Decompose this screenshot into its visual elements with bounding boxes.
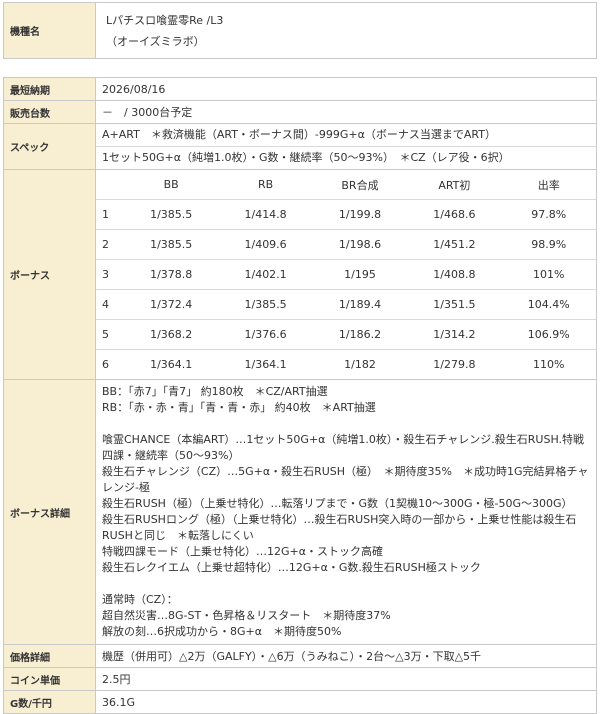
art-probability: 1/408.8 <box>407 259 502 290</box>
sales-row: 販売台数 － / 3000台予定 <box>3 100 597 124</box>
bonus-header-combined: BR合成 <box>312 170 408 200</box>
bb-probability: 1/378.8 <box>124 259 219 290</box>
art-probability: 1/468.6 <box>407 199 502 230</box>
detail-line: 殺生石RUSH（極）（上乗せ特化）…転落リプまで・G数（1契機10～300G・極… <box>102 497 573 510</box>
setting-number: 5 <box>96 319 124 350</box>
detail-line: 解放の刻…6択成功から・8G+α ＊期待度50% <box>102 625 342 638</box>
release-label: 最短納期 <box>3 77 96 101</box>
detail-line: 超自然災害…8G-ST・色昇格＆リスタート ＊期待度37% <box>102 609 391 622</box>
detail-spacer <box>102 416 590 432</box>
rb-probability: 1/409.6 <box>218 229 313 260</box>
combined-probability: 1/195 <box>312 259 408 290</box>
spec-label: スペック <box>3 123 96 170</box>
spec-value: A+ART ＊救済機能（ART・ボーナス間）-999G+α（ボーナス当選までAR… <box>95 123 597 170</box>
bonus-header-payout: 出率 <box>501 170 596 200</box>
detail-line: 殺生石レクイエム（上乗せ超特化）…12G+α・G数.殺生石RUSH極ストック <box>102 561 481 574</box>
manufacturer-name: （オーイズミラボ） <box>106 34 205 48</box>
bonus-table-row: 1 1/385.5 1/414.8 1/199.8 1/468.6 97.8% <box>96 199 596 230</box>
bonus-table-row: 5 1/368.2 1/376.6 1/186.2 1/314.2 106.9% <box>96 319 596 350</box>
detail-line: BB：「赤7」「青7」 約180枚 ＊CZ/ART抽選 <box>102 385 328 398</box>
combined-probability: 1/189.4 <box>312 289 408 320</box>
bonus-header-art: ART初 <box>407 170 502 200</box>
bonus-row: ボーナス BB RB BR合成 ART初 出率 1 1/385.5 1/414.… <box>3 169 597 380</box>
machine-name-cell: Lパチスロ喰霊零Re /L3 （オーイズミラボ） <box>95 2 597 59</box>
bb-probability: 1/385.5 <box>124 229 219 260</box>
rb-probability: 1/402.1 <box>218 259 313 290</box>
detail-line: 殺生石RUSHロング（極）（上乗せ特化）…殺生石RUSH突入時の一部から・上乗せ… <box>102 513 577 542</box>
games-label: G数/千円 <box>3 690 96 714</box>
coin-label: コイン単価 <box>3 667 96 691</box>
spec-line-1: A+ART ＊救済機能（ART・ボーナス間）-999G+α（ボーナス当選までAR… <box>96 124 596 147</box>
bonus-header-rb: RB <box>218 170 313 200</box>
bonus-table-row: 3 1/378.8 1/402.1 1/195 1/408.8 101% <box>96 259 596 290</box>
details-table: 最短納期 2026/08/16 販売台数 － / 3000台予定 スペック A+… <box>3 77 597 714</box>
combined-probability: 1/198.6 <box>312 229 408 260</box>
combined-probability: 1/186.2 <box>312 319 408 350</box>
art-probability: 1/451.2 <box>407 229 502 260</box>
detail-line: 特戦四課モード（上乗せ特化）…12G+α・ストック高確 <box>102 545 383 558</box>
payout-rate: 101% <box>501 259 596 290</box>
sales-value: － / 3000台予定 <box>95 100 597 124</box>
price-value: 機歴（併用可）△2万（GALFY）・△6万（うみねこ）・2台～△3万・下取△5千 <box>95 644 597 668</box>
combined-probability: 1/182 <box>344 358 376 371</box>
bonus-label: ボーナス <box>3 169 96 380</box>
detail-line: 殺生石チャレンジ（CZ）…5G+α・殺生石RUSH（極） ＊期待度35% ＊成功… <box>102 465 589 494</box>
setting-number: 2 <box>96 229 124 260</box>
rb-probability: 1/376.6 <box>218 319 313 350</box>
detail-line: 通常時（CZ）： <box>102 593 178 606</box>
bb-probability: 1/372.4 <box>124 289 219 320</box>
bonus-header-row: BB RB BR合成 ART初 出率 <box>96 170 596 200</box>
payout-rate: 104.4% <box>501 289 596 320</box>
games-value: 36.1G <box>95 690 597 714</box>
coin-value: 2.5円 <box>95 667 597 691</box>
title-row: 機種名 Lパチスロ喰霊零Re /L3 （オーイズミラボ） <box>3 2 597 59</box>
spec-line-2: 1セット50G+α（純増1.0枚）・G数・継続率（50～93%） ＊CZ（レア役… <box>102 151 510 164</box>
detail-row: ボーナス詳細 BB：「赤7」「青7」 約180枚 ＊CZ/ART抽選 RB：「赤… <box>3 379 597 645</box>
release-value: 2026/08/16 <box>95 77 597 101</box>
bb-probability: 1/368.2 <box>124 319 219 350</box>
setting-number: 6 <box>102 358 109 371</box>
price-label: 価格詳細 <box>3 644 96 668</box>
setting-number: 3 <box>96 259 124 290</box>
bonus-header-setting <box>96 170 124 200</box>
machine-name: Lパチスロ喰霊零Re /L3 <box>106 13 224 27</box>
payout-rate: 97.8% <box>501 199 596 230</box>
detail-spacer <box>102 576 590 592</box>
rb-probability: 1/414.8 <box>218 199 313 230</box>
bonus-table-row: 4 1/372.4 1/385.5 1/189.4 1/351.5 104.4% <box>96 289 596 320</box>
bonus-table-row: 2 1/385.5 1/409.6 1/198.6 1/451.2 98.9% <box>96 229 596 260</box>
spec-sheet: 機種名 Lパチスロ喰霊零Re /L3 （オーイズミラボ） 最短納期 2026/0… <box>0 2 600 714</box>
bb-probability: 1/364.1 <box>150 358 193 371</box>
release-row: 最短納期 2026/08/16 <box>3 77 597 101</box>
payout-rate: 106.9% <box>501 319 596 350</box>
sales-label: 販売台数 <box>3 100 96 124</box>
detail-line: RB：「赤・赤・青」「青・青・赤」 約40枚 ＊ART抽選 <box>102 401 376 414</box>
detail-line: 喰霊CHANCE（本編ART）…1セット50G+α（純増1.0枚）・殺生石チャレ… <box>102 433 585 462</box>
bonus-header-bb: BB <box>124 170 219 200</box>
art-probability: 1/351.5 <box>407 289 502 320</box>
bonus-table-row: 6 1/364.1 1/364.1 1/182 1/279.8 110% <box>96 350 596 380</box>
bonus-value: BB RB BR合成 ART初 出率 1 1/385.5 1/414.8 1/1… <box>95 169 597 380</box>
spec-row: スペック A+ART ＊救済機能（ART・ボーナス間）-999G+α（ボーナス当… <box>3 123 597 170</box>
setting-number: 1 <box>96 199 124 230</box>
title-label: 機種名 <box>3 2 96 59</box>
price-row: 価格詳細 機歴（併用可）△2万（GALFY）・△6万（うみねこ）・2台～△3万・… <box>3 644 597 668</box>
title-table: 機種名 Lパチスロ喰霊零Re /L3 （オーイズミラボ） <box>3 2 597 59</box>
bonus-table: BB RB BR合成 ART初 出率 1 1/385.5 1/414.8 1/1… <box>96 170 596 379</box>
rb-probability: 1/364.1 <box>244 358 287 371</box>
combined-probability: 1/199.8 <box>312 199 408 230</box>
detail-value: BB：「赤7」「青7」 約180枚 ＊CZ/ART抽選 RB：「赤・赤・青」「青… <box>95 379 597 645</box>
payout-rate: 98.9% <box>501 229 596 260</box>
games-row: G数/千円 36.1G <box>3 690 597 714</box>
coin-row: コイン単価 2.5円 <box>3 667 597 691</box>
rb-probability: 1/385.5 <box>218 289 313 320</box>
bb-probability: 1/385.5 <box>124 199 219 230</box>
payout-rate: 110% <box>533 358 565 371</box>
art-probability: 1/314.2 <box>407 319 502 350</box>
detail-label: ボーナス詳細 <box>3 379 96 645</box>
setting-number: 4 <box>96 289 124 320</box>
art-probability: 1/279.8 <box>433 358 476 371</box>
